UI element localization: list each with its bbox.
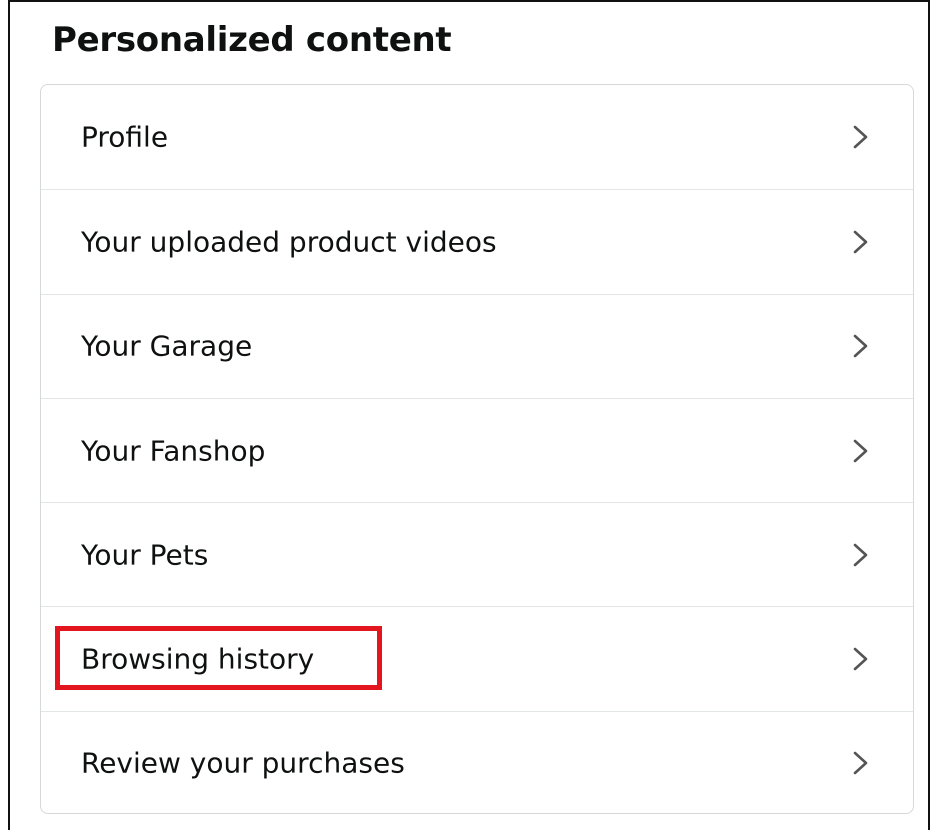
chevron-right-icon (851, 228, 871, 256)
chevron-right-icon (851, 437, 871, 465)
section-title: Personalized content (52, 20, 452, 60)
menu-item-profile[interactable]: Profile (41, 85, 913, 189)
chevron-right-icon (851, 123, 871, 151)
personalized-content-menu: Profile Your uploaded product videos You… (40, 84, 914, 814)
menu-item-garage[interactable]: Your Garage (41, 293, 913, 398)
menu-item-label: Review your purchases (81, 746, 405, 780)
menu-item-label: Your Fanshop (81, 434, 266, 468)
chevron-right-icon (851, 749, 871, 777)
menu-item-pets[interactable]: Your Pets (41, 502, 913, 606)
menu-item-label: Your Pets (81, 538, 209, 572)
menu-item-fanshop[interactable]: Your Fanshop (41, 397, 913, 502)
chevron-right-icon (851, 332, 871, 360)
menu-item-review-purchases[interactable]: Review your purchases (41, 710, 913, 813)
menu-item-uploaded-product-videos[interactable]: Your uploaded product videos (41, 189, 913, 293)
menu-item-label: Profile (81, 120, 169, 154)
menu-item-label: Your uploaded product videos (81, 225, 497, 259)
chevron-right-icon (851, 645, 871, 673)
chevron-right-icon (851, 541, 871, 569)
menu-item-label: Your Garage (81, 329, 253, 363)
menu-item-browsing-history[interactable]: Browsing history (41, 606, 913, 710)
menu-item-label: Browsing history (81, 642, 315, 676)
